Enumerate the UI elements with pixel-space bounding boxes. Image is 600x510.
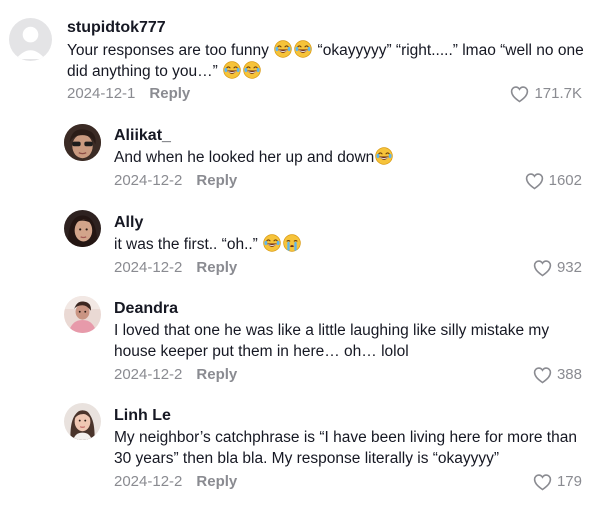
comment-username[interactable]: Deandra (114, 299, 178, 319)
tears-of-joy-emoji-icon (294, 40, 312, 58)
avatar[interactable] (64, 296, 101, 333)
comment-username[interactable]: stupidtok777 (67, 18, 166, 38)
reply-button[interactable]: Reply (196, 473, 237, 490)
like-button[interactable]: 171.7K (510, 84, 582, 104)
tears-of-joy-emoji-icon (274, 40, 292, 58)
comment-text-part: My neighbor’s catchphrase is “I have bee… (114, 429, 577, 467)
avatar[interactable] (64, 403, 101, 440)
avatar[interactable] (64, 210, 101, 247)
comment-meta: 2024-12-2 Reply (114, 171, 237, 191)
tears-of-joy-emoji-icon (375, 147, 393, 165)
like-button[interactable]: 179 (533, 472, 582, 492)
comment-text: Your responses are too funny “okayyyyy” … (67, 40, 587, 82)
like-count: 1602 (548, 172, 582, 189)
heart-outline-icon (511, 86, 529, 103)
comment-text: My neighbor’s catchphrase is “I have bee… (114, 427, 584, 469)
comment-text: And when he looked her up and down (114, 147, 584, 168)
heart-outline-icon (533, 260, 552, 277)
avatar[interactable] (64, 124, 101, 161)
comment-text: it was the first.. “oh..” (114, 234, 584, 255)
comment-text-part: I loved that one he was like a little la… (114, 322, 550, 360)
comment-date: 2024-12-2 (114, 473, 183, 490)
like-count: 932 (556, 259, 582, 276)
comment-username[interactable]: Linh Le (114, 406, 171, 426)
comment-meta: 2024-12-2 Reply (114, 258, 237, 278)
comment-text-part: Your responses are too funny (67, 42, 274, 59)
comment-date: 2024-12-2 (114, 259, 183, 276)
reply-button[interactable]: Reply (149, 85, 190, 102)
like-button[interactable]: 932 (533, 258, 582, 278)
comment-text-part: it was the first.. “oh..” (114, 236, 263, 253)
like-count: 171.7K (534, 85, 582, 102)
reply-button[interactable]: Reply (196, 366, 237, 383)
tears-of-joy-emoji-icon (263, 234, 281, 252)
reply-button[interactable]: Reply (196, 172, 237, 189)
like-count: 388 (556, 366, 582, 383)
comment-date: 2024-12-2 (114, 172, 183, 189)
comment-username[interactable]: Ally (114, 213, 143, 233)
heart-outline-icon (533, 474, 552, 491)
comment-username[interactable]: Aliikat_ (114, 126, 171, 146)
comment-meta: 2024-12-2 Reply (114, 365, 237, 385)
tears-of-joy-emoji-icon (223, 61, 241, 79)
comment-meta: 2024-12-2 Reply (114, 472, 237, 492)
comment-meta: 2024-12-1 Reply (67, 84, 190, 104)
avatar[interactable] (9, 18, 52, 61)
comment-date: 2024-12-1 (67, 85, 136, 102)
heart-outline-icon (533, 367, 552, 384)
loudly-crying-emoji-icon (283, 234, 301, 252)
reply-button[interactable]: Reply (196, 259, 237, 276)
tears-of-joy-emoji-icon (243, 61, 261, 79)
like-button[interactable]: 1602 (525, 171, 582, 191)
like-count: 179 (556, 473, 582, 490)
like-button[interactable]: 388 (533, 365, 582, 385)
comment-text: I loved that one he was like a little la… (114, 320, 584, 362)
comment-date: 2024-12-2 (114, 366, 183, 383)
heart-outline-icon (525, 173, 543, 190)
comment-text-part: And when he looked her up and down (114, 149, 375, 166)
